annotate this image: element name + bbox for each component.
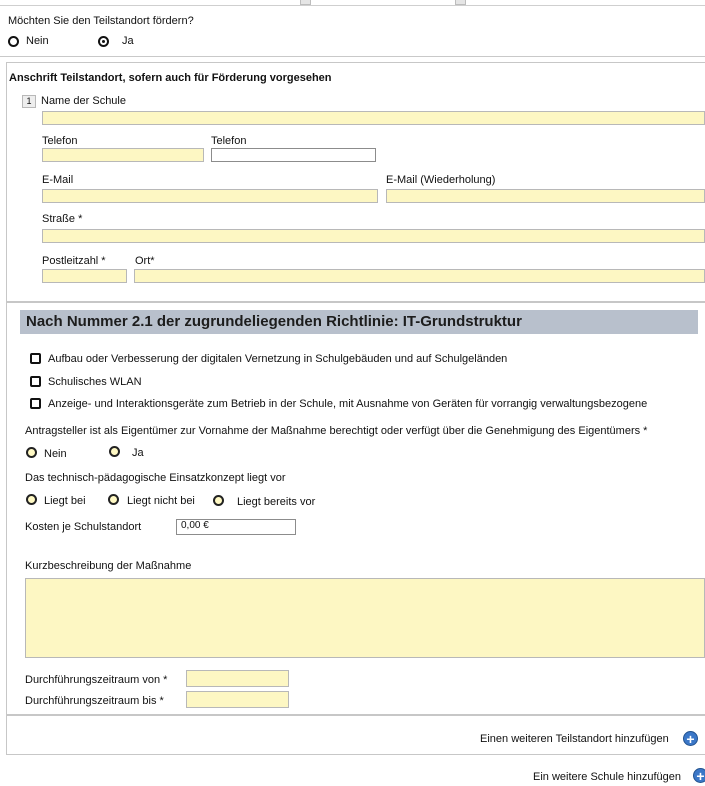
telefon2-field[interactable] [211, 148, 376, 162]
anschrift-heading: Anschrift Teilstandort, sofern auch für … [9, 72, 332, 84]
ort-field[interactable] [134, 269, 705, 283]
telefon-label: Telefon [42, 135, 78, 147]
school-index-badge: 1 [22, 95, 36, 108]
telefon2-label: Telefon [211, 135, 247, 147]
radio-eigentuemer-nein-label: Nein [44, 448, 67, 460]
strasse-label: Straße * [42, 213, 83, 225]
checkbox-anzeigegeraete[interactable] [30, 398, 41, 409]
add-teilstandort-plus-icon[interactable]: + [683, 731, 698, 746]
zeitraum-von-field[interactable] [186, 670, 289, 687]
radio-foerdern-ja[interactable] [98, 36, 109, 47]
plz-label: Postleitzahl * [42, 255, 106, 267]
section-title: Nach Nummer 2.1 der zugrundeliegenden Ri… [20, 310, 698, 334]
konzept-question: Das technisch-pädagogische Einsatzkonzep… [25, 472, 286, 484]
radio-konzept-liegt-nicht-bei[interactable] [108, 494, 119, 505]
radio-foerdern-nein[interactable] [8, 36, 19, 47]
scroll-tick [455, 0, 466, 5]
email-label: E-Mail [42, 174, 74, 186]
eigentuemer-question: Antragsteller ist als Eigentümer zur Vor… [25, 425, 648, 437]
radio-eigentuemer-ja-label: Ja [132, 447, 144, 459]
radio-konzept-liegt-bei-label: Liegt bei [44, 495, 86, 507]
radio-eigentuemer-ja[interactable] [109, 446, 120, 457]
zeitraum-von-label: Durchführungszeitraum von * [25, 674, 168, 686]
checkbox-vernetzung[interactable] [30, 353, 41, 364]
kurzbeschreibung-textarea[interactable] [25, 578, 705, 658]
kurzbeschreibung-label: Kurzbeschreibung der Maßnahme [25, 560, 192, 572]
radio-eigentuemer-nein[interactable] [26, 447, 37, 458]
radio-foerdern-nein-label: Nein [26, 35, 49, 47]
radio-konzept-liegt-bereits-vor-label: Liegt bereits vor [237, 496, 316, 508]
kosten-label: Kosten je Schulstandort [25, 521, 142, 533]
email-repeat-field[interactable] [386, 189, 705, 203]
ort-label: Ort* [135, 255, 155, 267]
email-field[interactable] [42, 189, 378, 203]
email-repeat-label: E-Mail (Wiederholung) [386, 174, 496, 186]
radio-konzept-liegt-bei[interactable] [26, 494, 37, 505]
add-schule-plus-icon[interactable]: + [693, 768, 705, 783]
plz-field[interactable] [42, 269, 127, 283]
zeitraum-bis-label: Durchführungszeitraum bis * [25, 695, 164, 707]
checkbox-wlan-label: Schulisches WLAN [48, 376, 142, 388]
add-teilstandort-label[interactable]: Einen weiteren Teilstandort hinzufügen [480, 733, 669, 746]
divider [0, 56, 705, 57]
radio-foerdern-ja-label: Ja [122, 35, 134, 47]
telefon-field[interactable] [42, 148, 204, 162]
checkbox-anzeigegeraete-label: Anzeige- und Interaktionsgeräte zum Betr… [48, 398, 648, 410]
top-strip [0, 0, 705, 6]
foerdern-question: Möchten Sie den Teilstandort fördern? [8, 15, 194, 27]
checkbox-wlan[interactable] [30, 376, 41, 387]
zeitraum-bis-field[interactable] [186, 691, 289, 708]
add-schule-label[interactable]: Ein weitere Schule hinzufügen [533, 771, 681, 784]
name-der-schule-field[interactable] [42, 111, 705, 125]
kosten-field[interactable]: 0,00 € [176, 519, 296, 535]
checkbox-vernetzung-label: Aufbau oder Verbesserung der digitalen V… [48, 353, 508, 365]
scroll-tick [300, 0, 311, 5]
name-der-schule-label: Name der Schule [41, 95, 126, 107]
radio-konzept-liegt-nicht-bei-label: Liegt nicht bei [127, 495, 195, 507]
strasse-field[interactable] [42, 229, 705, 243]
radio-konzept-liegt-bereits-vor[interactable] [213, 495, 224, 506]
